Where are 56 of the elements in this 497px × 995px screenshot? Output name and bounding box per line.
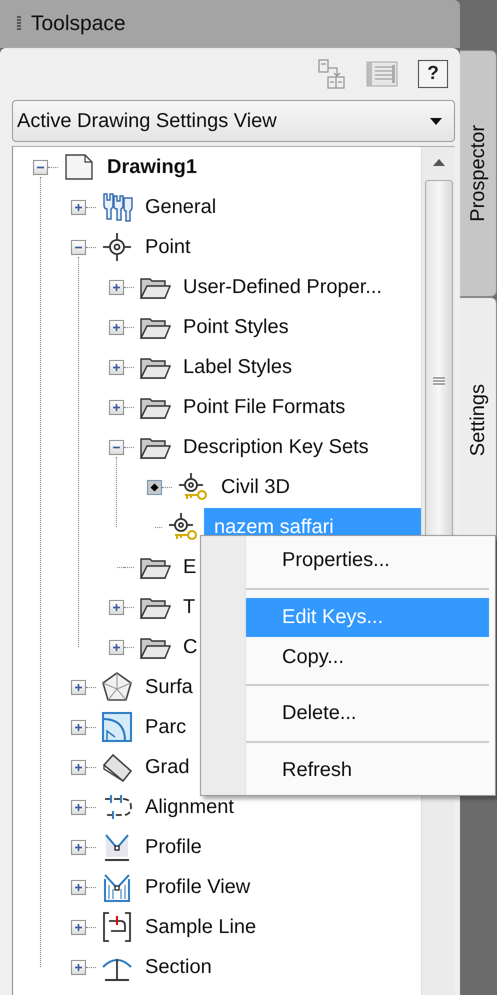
expand-icon[interactable] [71, 720, 86, 734]
expand-icon[interactable] [109, 320, 124, 334]
expand-icon[interactable] [71, 920, 86, 934]
tree-item[interactable]: Grad [142, 752, 192, 782]
view-dropdown[interactable]: Active Drawing Settings View [12, 100, 455, 142]
bracket-icon [101, 911, 133, 943]
tree-item[interactable]: General [142, 192, 220, 222]
menu-item[interactable]: Delete... [246, 694, 489, 734]
expand-icon[interactable] [71, 800, 86, 814]
collapse-icon[interactable] [33, 160, 48, 174]
pentagon-icon [101, 671, 133, 703]
tree-item[interactable]: Description Key Sets [180, 432, 372, 462]
tree-item[interactable]: Section [142, 952, 215, 982]
crosshair-key-icon [177, 471, 209, 503]
tree-item[interactable]: User-Defined Proper... [180, 272, 385, 302]
expand-icon[interactable] [71, 760, 86, 774]
tools-icon [101, 191, 133, 223]
tree-item[interactable]: Surfa [142, 672, 196, 702]
slab-icon [101, 751, 133, 783]
tree-item[interactable]: Point File Formats [180, 392, 348, 422]
expand-icon[interactable] [109, 400, 124, 414]
crosshair-icon [101, 231, 133, 263]
menu-item[interactable]: Refresh [246, 750, 489, 790]
side-tab[interactable]: Prospector [460, 50, 497, 297]
expand-icon[interactable] [71, 880, 86, 894]
help-button[interactable]: ? [418, 60, 448, 88]
tree-item[interactable]: Point Styles [180, 312, 292, 342]
tree-item[interactable]: Civil 3D [218, 472, 293, 502]
tree-item[interactable]: E [180, 552, 200, 582]
scroll-up-icon[interactable] [432, 159, 444, 166]
expand-icon[interactable] [71, 840, 86, 854]
tree-item[interactable]: Parc [142, 712, 190, 742]
collapse-icon[interactable] [71, 240, 86, 254]
expand-icon[interactable] [109, 280, 124, 294]
tree-item[interactable]: Profile [142, 832, 205, 862]
expand-icon[interactable] [71, 960, 86, 974]
tree-item[interactable]: C [180, 632, 200, 662]
grip-icon[interactable] [17, 16, 21, 32]
tree-item[interactable]: Alignment [142, 792, 237, 822]
tree-item[interactable]: Profile View [142, 872, 254, 902]
dropdown-caret-icon[interactable] [430, 118, 442, 124]
tree-item[interactable]: Sample Line [142, 912, 260, 942]
expand-icon[interactable] [109, 360, 124, 374]
crosshair-key-icon [167, 511, 199, 543]
parcel-icon [101, 711, 133, 743]
tree-item[interactable]: Drawing1 [104, 152, 200, 182]
expand-icon[interactable] [71, 680, 86, 694]
collapse-icon[interactable] [109, 440, 124, 454]
tree-item[interactable]: T [180, 592, 198, 622]
menu-item[interactable]: Copy... [246, 637, 489, 677]
expand-icon[interactable] [109, 640, 124, 654]
expand-icon[interactable] [109, 600, 124, 614]
tree-item[interactable]: Label Styles [180, 352, 295, 382]
tree-item[interactable]: Point [142, 232, 194, 262]
expand-icon[interactable] [71, 200, 86, 214]
window-title: Toolspace [31, 12, 126, 36]
